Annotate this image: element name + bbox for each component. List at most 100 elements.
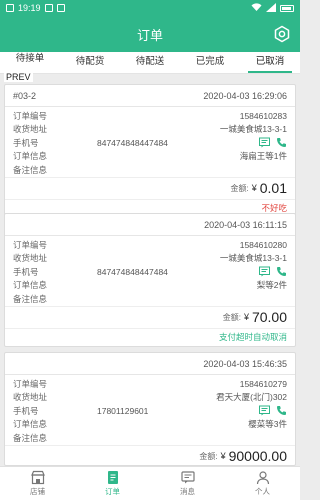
- phone-label: 手机号: [13, 405, 39, 416]
- order-status-text: 支付超时自动取消: [218, 332, 287, 342]
- amount-row: 金额: ¥ 0.01: [5, 176, 295, 199]
- nav-store[interactable]: 店铺: [0, 467, 75, 500]
- order-no-row: 订单编号 1584610283: [13, 109, 287, 123]
- tab-pending-accept[interactable]: 待接单: [0, 52, 60, 73]
- order-info-value: 梨等2件: [256, 280, 287, 291]
- order-no-label: 订单编号: [13, 110, 48, 121]
- currency-symbol: ¥: [220, 451, 226, 461]
- call-icon[interactable]: [276, 137, 287, 148]
- status-bar: 19:19: [0, 0, 300, 16]
- phone-value: 847474848447484: [97, 266, 168, 277]
- call-icon[interactable]: [276, 266, 287, 277]
- notification-icon: [6, 4, 14, 12]
- currency-symbol: ¥: [243, 312, 249, 322]
- phone-label: 手机号: [13, 266, 39, 277]
- address-row: 收货地址 一城美食城13-3-1: [13, 123, 287, 137]
- tab-cancelled[interactable]: 已取消: [240, 52, 300, 73]
- page-title: 订单: [136, 27, 163, 43]
- amount-label: 金额:: [222, 312, 241, 322]
- currency-symbol: ¥: [251, 183, 257, 193]
- message-icon: [180, 471, 195, 484]
- sms-icon[interactable]: [259, 405, 270, 416]
- order-card-header: 2020-04-03 15:46:35: [5, 353, 295, 375]
- wifi-icon: [251, 2, 262, 14]
- nav-orders[interactable]: 订单: [75, 467, 150, 500]
- store-icon: [30, 470, 45, 485]
- order-icon: [107, 471, 118, 484]
- app-icon-2: [56, 4, 65, 12]
- app-header: 订单: [0, 16, 300, 52]
- remark-row: 备注信息: [13, 292, 287, 306]
- address-value: 一城美食城13-3-1: [219, 253, 287, 264]
- order-number: #03-2: [13, 90, 37, 101]
- remark-label: 备注信息: [13, 293, 48, 304]
- tab-completed[interactable]: 已完成: [180, 52, 240, 73]
- remark-label: 备注信息: [13, 432, 48, 443]
- address-row: 收货地址 一城美食城13-3-1: [13, 252, 287, 266]
- address-label: 收货地址: [13, 392, 48, 403]
- order-no-row: 订单编号 1584610280: [13, 238, 287, 252]
- order-timestamp: 2020-04-03 15:46:35: [203, 358, 287, 369]
- nav-profile[interactable]: 个人: [225, 467, 300, 500]
- sms-icon[interactable]: [259, 137, 270, 148]
- order-info-row: 订单信息 樱菜等3件: [13, 418, 287, 432]
- address-label: 收货地址: [13, 253, 48, 264]
- call-icon[interactable]: [276, 405, 287, 416]
- app-icon: [44, 4, 53, 12]
- nav-store-label: 店铺: [30, 487, 45, 496]
- amount-value: 90000.00: [228, 448, 287, 464]
- order-no-value: 1584610280: [239, 239, 287, 250]
- order-card[interactable]: 2020-04-03 15:46:35 订单编号 1584610279 收货地址…: [4, 352, 296, 466]
- nav-orders-label: 订单: [105, 487, 120, 496]
- nav-messages-label: 消息: [180, 487, 195, 496]
- nav-profile-label: 个人: [255, 487, 270, 496]
- order-info-row: 订单信息 梨等2件: [13, 279, 287, 293]
- order-no-label: 订单编号: [13, 378, 48, 389]
- order-no-value: 1584610279: [239, 378, 287, 389]
- user-icon: [256, 471, 269, 485]
- amount-row: 金额: ¥ 70.00: [5, 305, 295, 328]
- sms-icon[interactable]: [259, 266, 270, 277]
- phone-row: 手机号 847474848447484: [13, 265, 287, 279]
- remark-row: 备注信息: [13, 431, 287, 445]
- order-card-header: #03-2 2020-04-03 16:29:06: [5, 85, 295, 107]
- phone-value: 17801129601: [97, 405, 149, 416]
- gear-icon: [274, 25, 290, 43]
- phone-value: 847474848447484: [97, 137, 168, 148]
- address-value: 一城美食城13-3-1: [219, 124, 287, 135]
- order-info-value: 樱菜等3件: [248, 419, 287, 430]
- order-info-row: 订单信息 海扁王等1件: [13, 150, 287, 164]
- settings-button[interactable]: [272, 24, 292, 44]
- order-card-header: 2020-04-03 16:11:15: [5, 214, 295, 236]
- address-row: 收货地址 君天大厦(北门)302: [13, 391, 287, 405]
- order-timestamp: 2020-04-03 16:11:15: [204, 219, 287, 230]
- order-no-label: 订单编号: [13, 239, 48, 250]
- bottom-navigation: 店铺 订单 消息 个人: [0, 466, 300, 500]
- nav-messages[interactable]: 消息: [150, 467, 225, 500]
- order-status-tabs: 待接单 待配货 待配送 已完成 已取消: [0, 52, 300, 74]
- amount-label: 金额:: [199, 451, 218, 461]
- order-status-row: 支付超时自动取消: [5, 327, 295, 346]
- signal-icon: [266, 2, 276, 14]
- amount-value: 70.00: [251, 309, 287, 325]
- amount-value: 0.01: [259, 180, 287, 196]
- phone-row: 手机号 847474848447484: [13, 136, 287, 150]
- prev-label: PREV: [4, 72, 33, 82]
- order-info-value: 海扁王等1件: [239, 151, 287, 162]
- remark-label: 备注信息: [13, 164, 48, 175]
- order-card[interactable]: #03-2 2020-04-03 16:29:06 订单编号 158461028…: [4, 84, 296, 218]
- tab-pending-pick[interactable]: 待配货: [60, 52, 120, 73]
- order-info-label: 订单信息: [13, 280, 48, 291]
- order-no-value: 1584610283: [239, 110, 287, 121]
- order-info-label: 订单信息: [13, 419, 48, 430]
- address-label: 收货地址: [13, 124, 48, 135]
- battery-icon: [280, 4, 294, 12]
- phone-row: 手机号 17801129601: [13, 404, 287, 418]
- status-time: 19:19: [18, 3, 41, 13]
- remark-row: 备注信息: [13, 163, 287, 177]
- order-info-label: 订单信息: [13, 151, 48, 162]
- order-card[interactable]: 2020-04-03 16:11:15 订单编号 1584610280 收货地址…: [4, 213, 296, 347]
- amount-label: 金额:: [230, 183, 249, 193]
- tab-pending-delivery[interactable]: 待配送: [120, 52, 180, 73]
- amount-row: 金额: ¥ 90000.00: [5, 444, 295, 466]
